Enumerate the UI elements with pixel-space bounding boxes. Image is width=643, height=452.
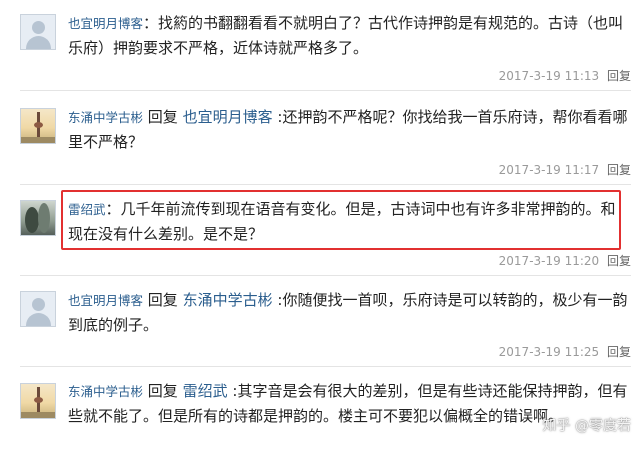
comment-timestamp: 2017-3-19 11:13 (498, 69, 600, 83)
default-avatar-icon[interactable] (20, 291, 56, 327)
divider (20, 90, 631, 91)
comment-timestamp: 2017-3-19 11:25 (498, 345, 600, 359)
reply-button[interactable]: 回复 (607, 345, 631, 359)
comment-author[interactable]: 东涌中学古彬 (68, 384, 143, 399)
reply-button[interactable]: 回复 (607, 69, 631, 83)
comment-text: 找箹的书翻翻看看不就明白了？古代作诗押韵是有规范的。古诗（也叫乐府）押韵要求不严… (68, 14, 624, 57)
reply-word: 回复 (147, 382, 178, 400)
divider (20, 366, 631, 367)
plant-avatar-icon[interactable] (20, 200, 56, 236)
comment-author[interactable]: 也宜明月博客 (68, 16, 143, 31)
tower-avatar-icon[interactable] (20, 108, 56, 144)
reply-target[interactable]: 也宜明月博客 (183, 108, 273, 126)
watermark: 知乎 @零度若 (542, 418, 631, 434)
reply-word: 回复 (147, 291, 178, 309)
highlight-box (61, 190, 621, 250)
divider (20, 184, 631, 185)
comment-author[interactable]: 东涌中学古彬 (68, 110, 143, 125)
comment-author[interactable]: 也宜明月博客 (68, 293, 143, 308)
comment-timestamp: 2017-3-19 11:20 (498, 254, 600, 268)
reply-word: 回复 (147, 108, 178, 126)
tower-avatar-icon[interactable] (20, 383, 56, 419)
reply-button[interactable]: 回复 (607, 163, 631, 177)
default-avatar-icon[interactable] (20, 14, 56, 50)
reply-target[interactable]: 东涌中学古彬 (183, 291, 273, 309)
comment-timestamp: 2017-3-19 11:17 (498, 163, 600, 177)
reply-target[interactable]: 雷绍武 (183, 382, 228, 400)
reply-button[interactable]: 回复 (607, 254, 631, 268)
divider (20, 275, 631, 276)
